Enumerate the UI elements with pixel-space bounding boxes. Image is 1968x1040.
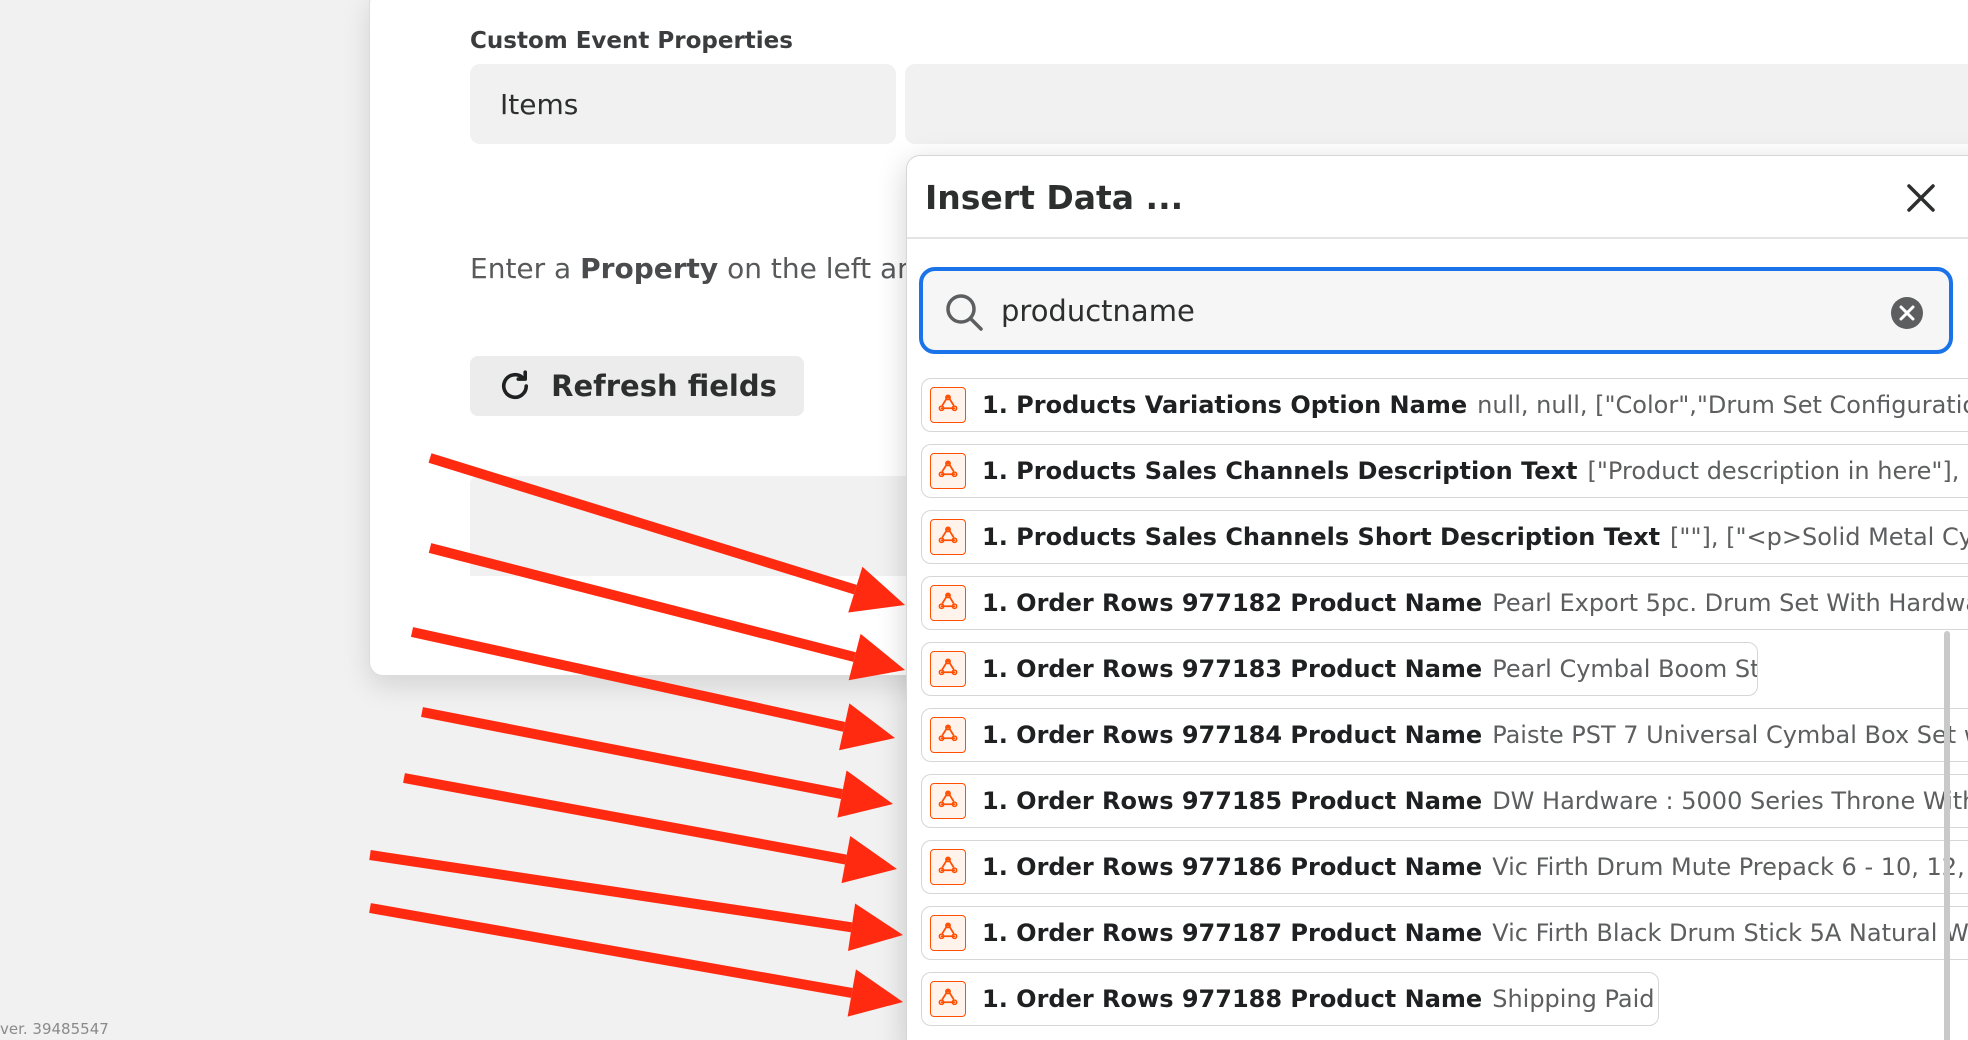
result-value: DW Hardware : 5000 Series Throne With Ov… (1492, 787, 1968, 815)
result-value: Vic Firth Drum Mute Prepack 6 - 10, 12, … (1492, 853, 1968, 881)
annotation-arrow-shaft (403, 773, 847, 865)
result-value: Pearl Export 5pc. Drum Set With Hardware… (1492, 589, 1968, 617)
app-webhook-icon (930, 651, 966, 687)
annotation-arrow-head (839, 703, 895, 751)
annotation-arrow-shaft (369, 903, 853, 998)
result-value: null, null, ["Color","Drum Set Configura… (1477, 391, 1968, 419)
result-label: 1. Order Rows 977188 Product Name (982, 985, 1483, 1013)
search-icon (946, 294, 983, 331)
app-webhook-icon (930, 453, 966, 489)
result-item[interactable]: 1. Order Rows 977188 Product Name Shippin… (921, 972, 1659, 1026)
hint-bold-property: Property (580, 252, 719, 285)
property-hint-text: Enter a Property on the left and a (470, 252, 910, 285)
custom-event-properties-label: Custom Event Properties (470, 28, 793, 54)
close-icon[interactable] (1901, 178, 1941, 218)
insert-data-panel: Insert Data ... 1. Products Variations O… (906, 155, 1968, 1040)
version-text: ver. 39485547 (0, 1020, 109, 1038)
panel-divider (907, 237, 1968, 239)
result-item[interactable]: 1. Order Rows 977185 Product Name DW Hard… (921, 774, 1968, 828)
annotation-arrow-shaft (421, 707, 843, 799)
refresh-fields-label: Refresh fields (551, 369, 777, 403)
result-item[interactable]: 1. Order Rows 977184 Product Name Paiste … (921, 708, 1968, 762)
results-scrollbar[interactable] (1944, 631, 1950, 1040)
result-item[interactable]: 1. Order Rows 977186 Product Name Vic Fir… (921, 840, 1968, 894)
annotation-arrow-head (841, 835, 897, 884)
result-label: 1. Order Rows 977182 Product Name (982, 589, 1483, 617)
search-input[interactable] (1001, 285, 1861, 337)
refresh-fields-button[interactable]: Refresh fields (470, 356, 804, 416)
result-value: ["Product description in here"], ["<p>1 … (1587, 457, 1968, 485)
app-webhook-icon (930, 519, 966, 555)
result-value: Shipping Paid By DCP (1492, 985, 1658, 1013)
result-label: 1. Order Rows 977184 Product Name (982, 721, 1483, 749)
placeholder-block (470, 476, 930, 576)
result-value: [""], ["<p>Solid Metal Cymbal Boon (1670, 523, 1968, 551)
result-value: Pearl Cymbal Boom Stand 830 (1492, 655, 1758, 683)
app-webhook-icon (930, 717, 966, 753)
app-webhook-icon (930, 849, 966, 885)
search-box (919, 267, 1953, 354)
app-webhook-icon (930, 981, 966, 1017)
result-label: 1. Order Rows 977187 Product Name (982, 919, 1483, 947)
result-item[interactable]: 1. Order Rows 977187 Product Name Vic Fir… (921, 906, 1968, 960)
property-value-field[interactable] (905, 64, 1968, 144)
panel-title: Insert Data ... (925, 178, 1184, 217)
annotation-arrow-shaft (369, 850, 853, 933)
annotation-arrow-head (848, 903, 903, 952)
result-value: Paiste PST 7 Universal Cymbal Box Set wi… (1492, 721, 1968, 749)
result-label: 1. Products Sales Channels Short Descrip… (982, 523, 1661, 551)
clear-search-icon[interactable] (1889, 295, 1925, 331)
result-item[interactable]: 1. Products Sales Channels Description T… (921, 444, 1968, 498)
result-label: 1. Order Rows 977183 Product Name (982, 655, 1483, 683)
result-item[interactable]: 1. Products Variations Option Name null, … (921, 378, 1968, 432)
result-value: Vic Firth Black Drum Stick 5A Natural Wo… (1492, 919, 1968, 947)
app-webhook-icon (930, 783, 966, 819)
annotation-arrow-head (847, 969, 903, 1017)
result-item[interactable]: 1. Order Rows 977183 Product Name Pearl C… (921, 642, 1758, 696)
result-item[interactable]: 1. Products Sales Channels Short Descrip… (921, 510, 1968, 564)
result-label: 1. Products Sales Channels Description T… (982, 457, 1578, 485)
property-key-value: Items (500, 87, 579, 121)
result-label: 1. Products Variations Option Name (982, 391, 1468, 419)
annotation-arrow-head (837, 770, 893, 818)
app-webhook-icon (930, 387, 966, 423)
property-key-field[interactable]: Items (470, 64, 896, 144)
result-label: 1. Order Rows 977186 Product Name (982, 853, 1483, 881)
refresh-icon (502, 370, 529, 400)
app-webhook-icon (930, 585, 966, 621)
result-item[interactable]: 1. Order Rows 977182 Product Name Pearl E… (921, 576, 1968, 630)
app-webhook-icon (930, 915, 966, 951)
result-label: 1. Order Rows 977185 Product Name (982, 787, 1483, 815)
